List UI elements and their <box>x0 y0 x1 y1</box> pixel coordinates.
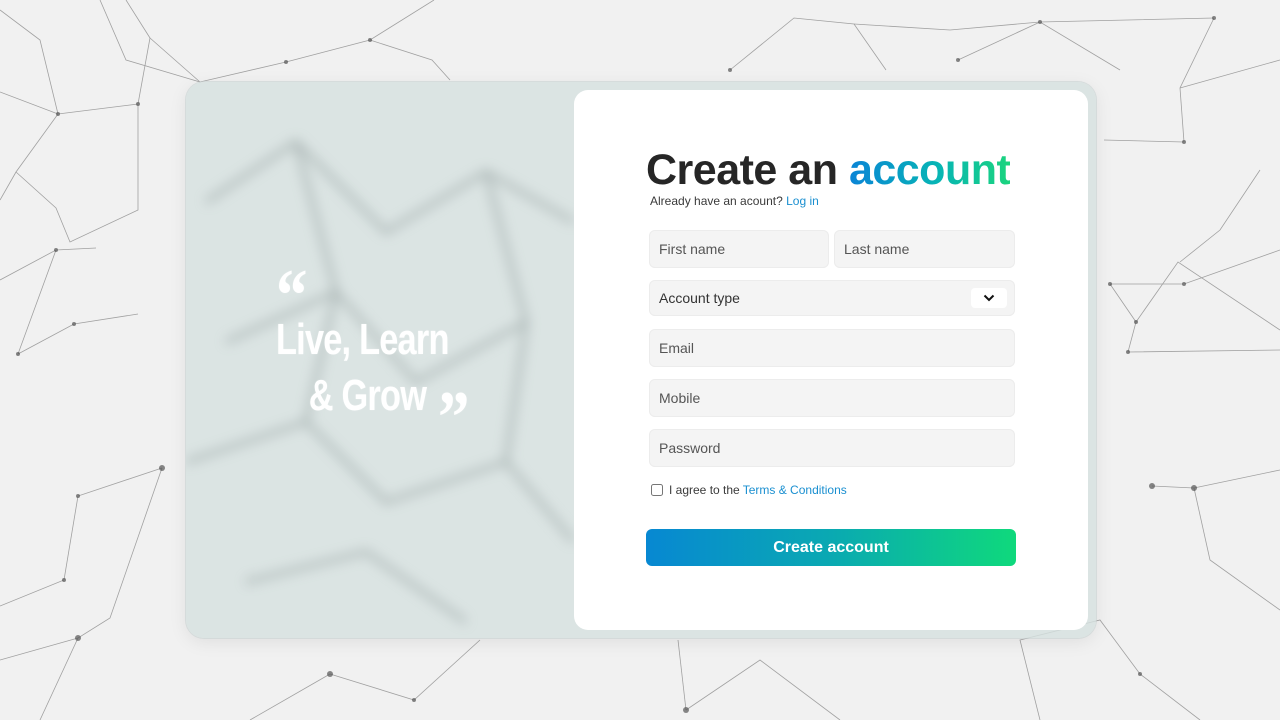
quote-line-1: Live, Learn <box>276 315 449 364</box>
open-quote-mark: “ <box>276 255 307 337</box>
account-type-select[interactable]: Account type <box>649 280 1015 316</box>
close-quote-mark: ” <box>438 377 469 459</box>
terms-checkbox[interactable] <box>651 484 663 496</box>
password-input[interactable] <box>649 429 1015 467</box>
quote-block: “ Live, Learn & Grow ” <box>276 255 486 455</box>
login-prompt: Already have an acount? Log in <box>650 194 819 208</box>
signup-form-panel: Create an account Already have an acount… <box>574 90 1088 630</box>
last-name-input[interactable] <box>834 230 1015 268</box>
mobile-input[interactable] <box>649 379 1015 417</box>
terms-link[interactable]: Terms & Conditions <box>743 483 847 497</box>
page-title: Create an account <box>646 146 1011 195</box>
email-input[interactable] <box>649 329 1015 367</box>
quote-line-2: & Grow <box>308 371 427 420</box>
title-accent: account <box>848 146 1011 194</box>
terms-agreement: I agree to the Terms & Conditions <box>650 483 847 497</box>
chevron-down-icon[interactable] <box>971 288 1007 308</box>
first-name-input[interactable] <box>649 230 829 268</box>
account-type-value: Account type <box>659 290 740 306</box>
title-main: Create an <box>646 146 849 194</box>
login-link[interactable]: Log in <box>786 194 819 208</box>
login-prompt-text: Already have an acount? <box>650 194 783 208</box>
agree-text: I agree to the <box>669 483 740 497</box>
create-account-button[interactable]: Create account <box>646 529 1016 566</box>
